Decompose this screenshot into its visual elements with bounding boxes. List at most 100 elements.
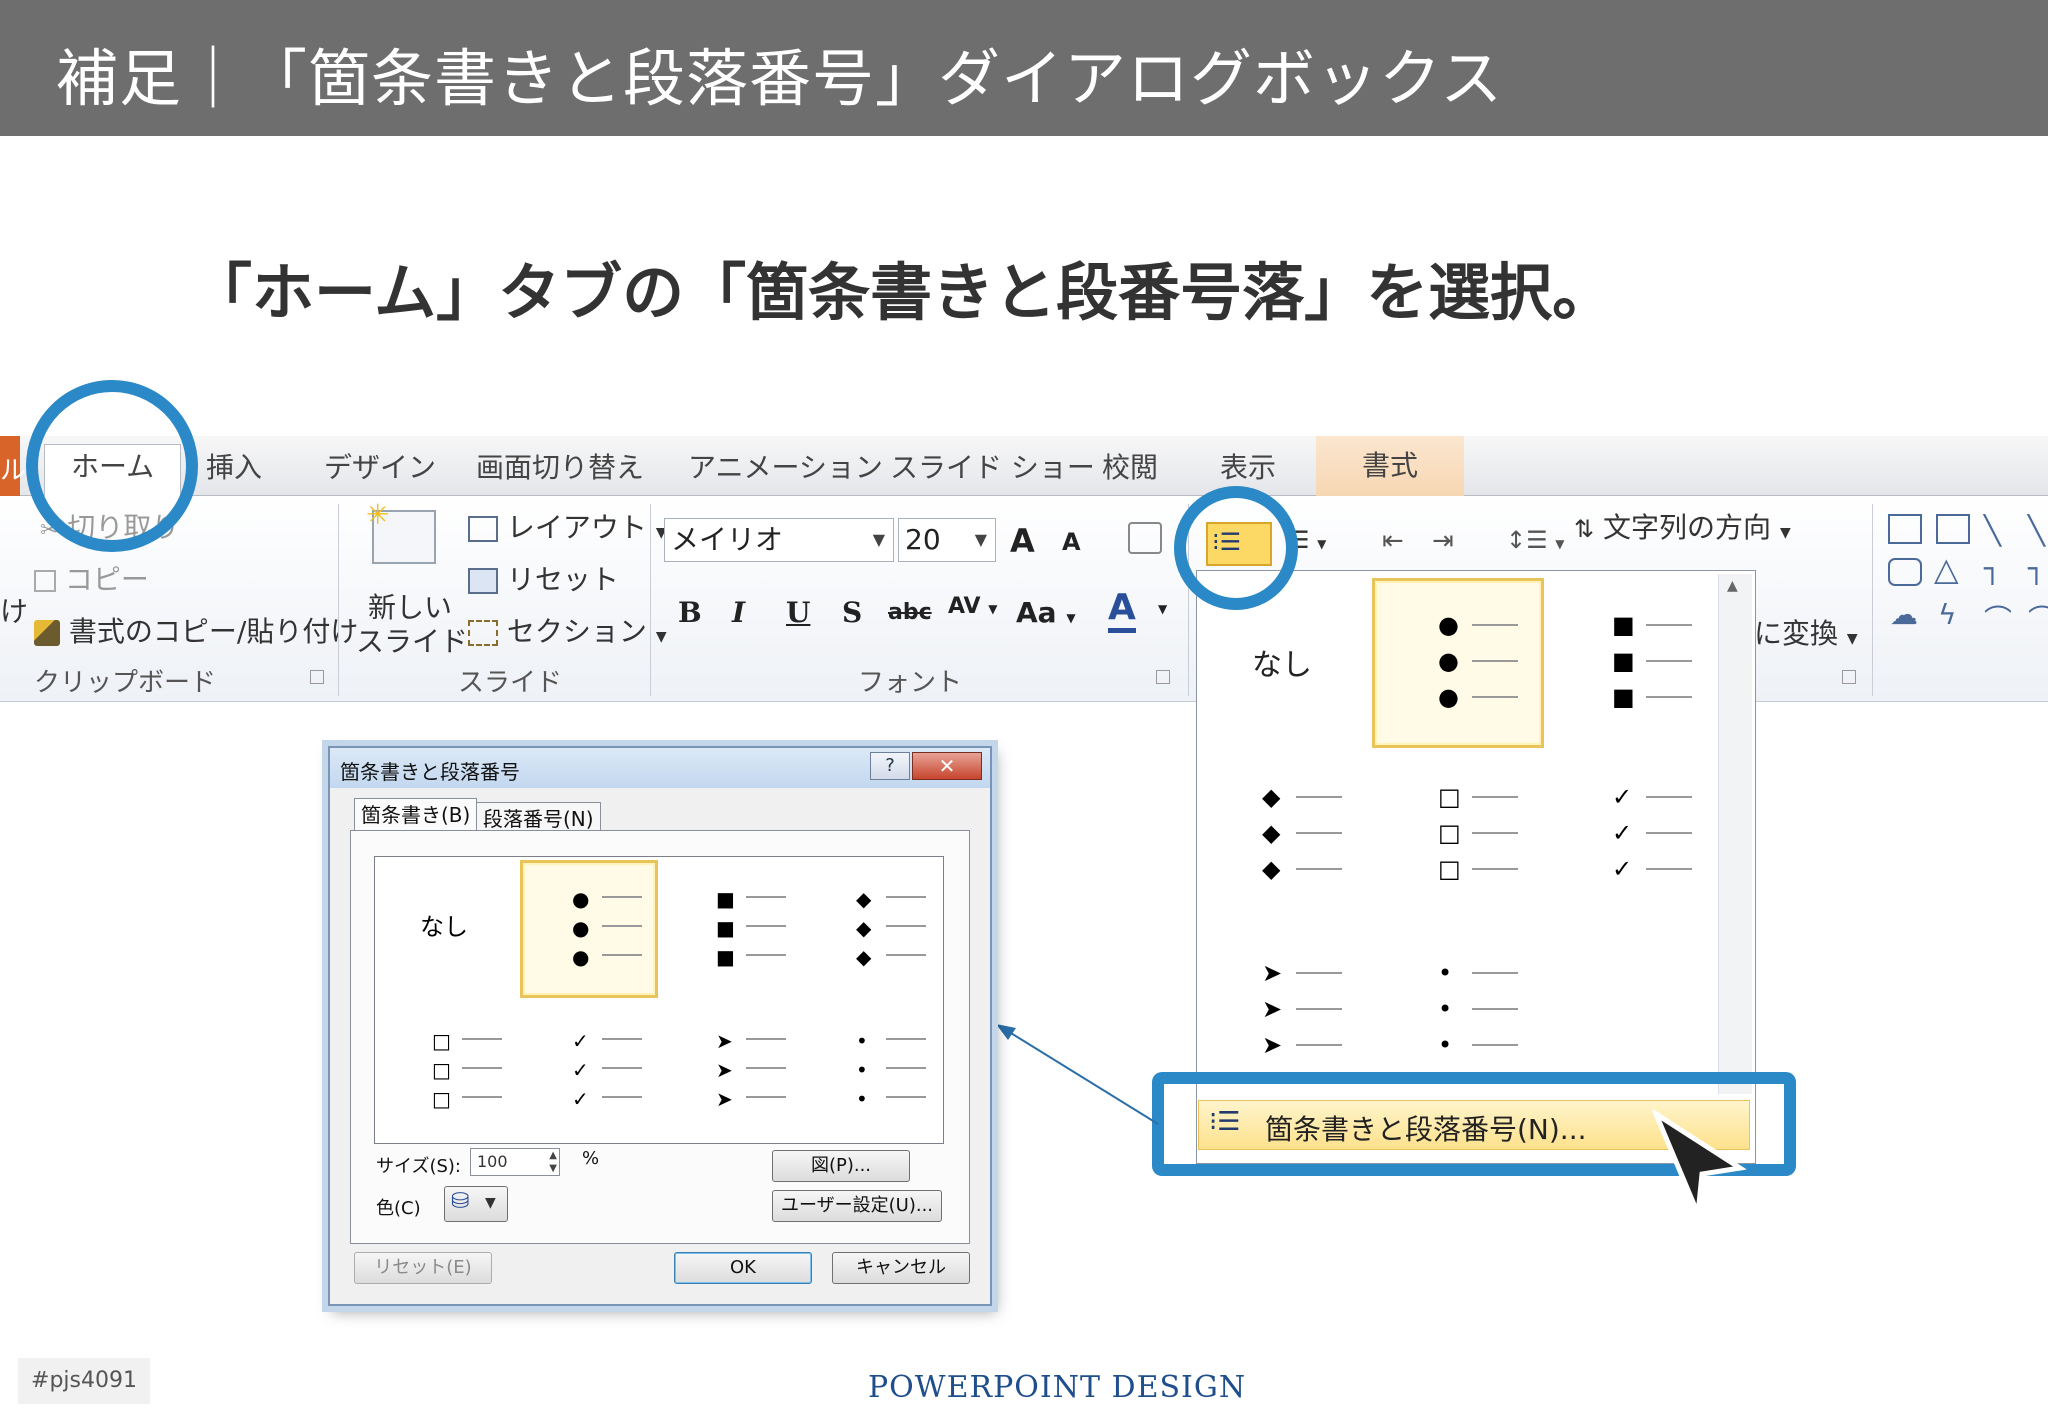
gallery-scrollbar[interactable]: ▲	[1718, 574, 1752, 1094]
chevron-down-icon: ▼	[655, 629, 667, 645]
clear-format-icon[interactable]	[1128, 522, 1162, 554]
chevron-down-icon: ▼	[1779, 525, 1791, 541]
freeform-shape-icon[interactable]: ☁	[1890, 598, 1918, 631]
dialog-bullet-symbol: ➤	[716, 1087, 733, 1111]
shadow-button[interactable]: S	[842, 596, 862, 629]
line-spacing-button[interactable]: ↕☰ ▼	[1506, 526, 1565, 554]
dialog-bullet-symbol: ●	[572, 945, 590, 969]
gallery-bullet-symbol: ➤	[1262, 1031, 1283, 1059]
layout-button[interactable]: レイアウト ▼	[468, 506, 667, 546]
decrease-indent-icon[interactable]: ⇤	[1382, 526, 1404, 556]
dialog-bullet-symbol: ●	[572, 916, 590, 940]
picture-button[interactable]: 図(P)...	[772, 1150, 910, 1182]
elbow-connector-icon[interactable]: ┐	[2028, 552, 2045, 585]
tab-format[interactable]: 書式	[1316, 436, 1465, 496]
bold-button[interactable]: B	[678, 596, 702, 629]
reset-button[interactable]: リセット(E)	[354, 1252, 492, 1284]
ok-button[interactable]: OK	[674, 1252, 812, 1284]
tab-review[interactable]: 校閲	[1102, 446, 1158, 496]
change-case-button[interactable]: Aa ▼	[1016, 596, 1076, 629]
gallery-bullet-symbol: ●	[1438, 647, 1459, 675]
convert-smartart-button[interactable]: に変換 ▼	[1754, 612, 1858, 652]
format-painter-button[interactable]: 書式のコピー/貼り付け	[34, 610, 358, 650]
gallery-bullet-symbol: ◆	[1262, 783, 1281, 811]
cancel-button[interactable]: キャンセル	[832, 1252, 970, 1284]
dialog-bullet-symbol: ◆	[856, 887, 872, 911]
italic-button[interactable]: I	[732, 596, 745, 629]
paste-label-fragment: け	[0, 595, 29, 628]
char-spacing-label: AV	[948, 594, 981, 619]
reset-button[interactable]: リセット	[468, 558, 619, 598]
arc-shape-icon[interactable]: ⌒	[2028, 598, 2048, 638]
new-slide-icon[interactable]: ✳	[366, 498, 436, 564]
tab-design[interactable]: デザイン	[324, 446, 436, 496]
elbow-connector-icon[interactable]: ┐	[1984, 552, 2001, 585]
size-spinner[interactable]: 100 ▲ ▼	[470, 1148, 560, 1176]
tab-transitions[interactable]: 画面切り替え	[476, 446, 644, 496]
spinner-arrows-icon[interactable]: ▲ ▼	[549, 1149, 557, 1175]
clipboard-launcher-icon[interactable]	[310, 670, 324, 684]
curve-shape-icon[interactable]: ⌒	[1984, 598, 2012, 638]
line-spacing-icon: ↕☰	[1506, 526, 1548, 554]
tab-animations[interactable]: アニメーション	[688, 446, 883, 496]
dialog-bullet-symbol: ●	[572, 887, 590, 911]
increase-indent-icon[interactable]: ⇥	[1432, 526, 1454, 556]
dialog-titlebar[interactable]: 箇条書きと段落番号 ? ✕	[330, 748, 990, 788]
section-button[interactable]: セクション ▼	[468, 610, 667, 650]
chevron-down-icon: ▼	[988, 602, 998, 616]
font-color-button[interactable]: A	[1108, 588, 1136, 633]
gallery-bullet-symbol: •	[1438, 995, 1453, 1023]
dialog-bullet-line	[746, 1038, 786, 1040]
chevron-down-icon[interactable]: ▼	[1158, 602, 1167, 616]
text-direction-button[interactable]: ⇅ 文字列の方向 ▼	[1574, 506, 1791, 546]
close-button[interactable]: ✕	[912, 752, 982, 780]
dialog-bullet-line	[886, 954, 926, 956]
font-name-combo[interactable]: メイリオ ▼	[664, 518, 894, 562]
rounded-rect-shape-icon[interactable]	[1888, 558, 1922, 586]
tab-slideshow[interactable]: スライド ショー	[890, 446, 1095, 496]
gallery-bullet-line	[1296, 1008, 1342, 1010]
dialog-bullet-line	[602, 1096, 642, 1098]
color-picker-button[interactable]: ⛁ ▼	[444, 1186, 508, 1222]
font-size-combo[interactable]: 20 ▼	[898, 518, 996, 562]
dialog-bullet-line	[886, 896, 926, 898]
tab-bullets[interactable]: 箇条書き(B)	[354, 798, 478, 834]
shrink-font-button[interactable]: A	[1062, 528, 1081, 556]
char-spacing-button[interactable]: AV ▼	[948, 594, 997, 619]
clipboard-group-label: クリップボード	[34, 668, 217, 698]
dialog-bullet-line	[602, 954, 642, 956]
gallery-bullet-symbol: ■	[1612, 611, 1635, 639]
text-direction-label: 文字列の方向	[1603, 511, 1772, 544]
ribbon-tab-row: ホーム 挿入 デザイン 画面切り替え アニメーション スライド ショー 校閲 表…	[0, 436, 2048, 497]
gallery-none-label[interactable]: なし	[1252, 640, 1312, 684]
line-shape-icon[interactable]: ╲	[2028, 514, 2045, 547]
customize-button[interactable]: ユーザー設定(U)...	[772, 1190, 942, 1222]
reset-icon	[468, 568, 498, 594]
triangle-shape-icon[interactable]: △	[1934, 550, 1959, 588]
gallery-bullet-symbol: ■	[1612, 647, 1635, 675]
dialog-none-label[interactable]: なし	[420, 914, 468, 940]
font-launcher-icon[interactable]	[1156, 670, 1170, 684]
gallery-bullet-line	[1296, 832, 1342, 834]
strikethrough-button[interactable]: abc	[888, 600, 932, 625]
vertical-textbox-shape-icon[interactable]	[1936, 514, 1970, 544]
grow-font-button[interactable]: A	[1010, 522, 1035, 560]
tab-insert[interactable]: 挿入	[206, 446, 262, 496]
tab-file[interactable]: ル	[0, 436, 26, 496]
paragraph-launcher-icon[interactable]	[1842, 670, 1856, 684]
underline-button[interactable]: U	[786, 596, 810, 629]
scribble-shape-icon[interactable]: ϟ	[1938, 598, 1956, 631]
size-value: 100	[477, 1152, 508, 1171]
gallery-bullet-symbol: □	[1438, 855, 1461, 883]
line-shape-icon[interactable]: ╲	[1984, 514, 2001, 547]
textbox-shape-icon[interactable]	[1888, 514, 1922, 544]
chevron-up-icon[interactable]: ▲	[1727, 578, 1738, 594]
help-button[interactable]: ?	[870, 752, 910, 780]
paintbrush-icon	[34, 620, 60, 646]
layout-icon	[468, 516, 498, 542]
gallery-bullet-symbol: ➤	[1262, 959, 1283, 987]
gallery-bullet-line	[1472, 796, 1518, 798]
new-slide-label-2[interactable]: スライド	[356, 620, 468, 660]
copy-button[interactable]: コピー	[34, 558, 149, 598]
shapes-gallery[interactable]: ╲ ╲ △ ┐ ┐ ☁ ϟ ⌒ ⌒	[1888, 514, 2048, 644]
